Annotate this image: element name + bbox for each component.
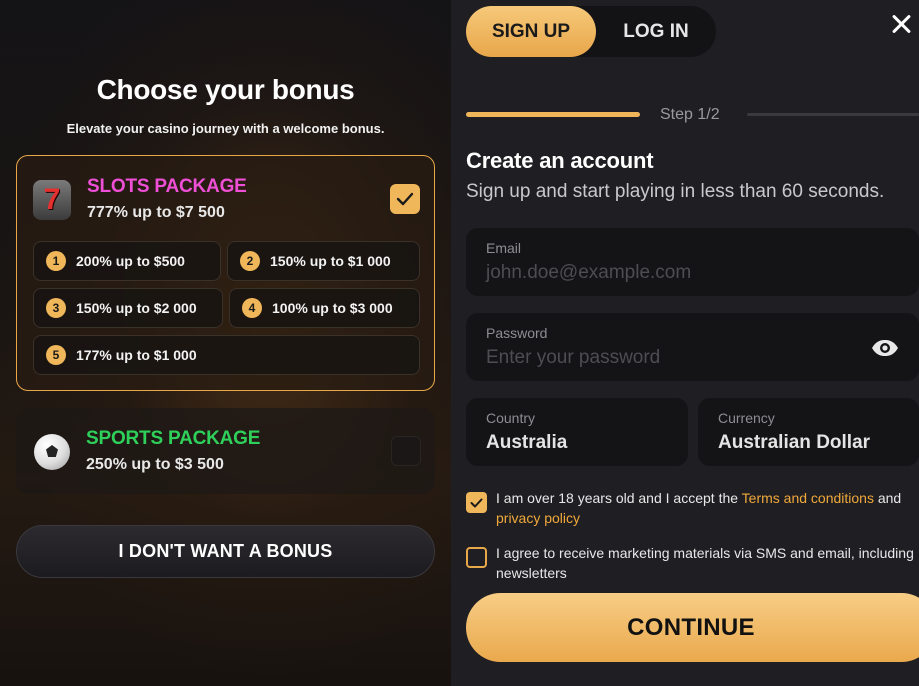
tier-label: 150% up to $1 000 [270,253,391,269]
currency-value: Australian Dollar [718,432,871,453]
bonus-title: Choose your bonus [96,74,355,105]
country-select[interactable]: Country Australia [466,398,688,466]
form-subheading: Sign up and start playing in less than 6… [466,181,885,202]
country-label: Country [486,410,536,426]
tab-log-in[interactable]: LOG IN [596,6,716,57]
email-label: Email [486,240,522,256]
bonus-tier-1: 1 200% up to $500 [33,241,221,281]
sports-package-name: SPORTS PACKAGE [86,428,261,449]
bonus-tier-3: 3 150% up to $2 000 [33,288,223,328]
auth-tabs: SIGN UP LOG IN [466,6,716,57]
terms-text: I am over 18 years old and I accept the … [496,488,919,528]
slots-package-checkbox[interactable] [390,184,420,214]
soccer-ball-icon [32,432,72,472]
continue-button[interactable]: CONTINUE [466,593,919,662]
terms-checkbox[interactable] [466,492,487,513]
terms-link[interactable]: Terms and conditions [742,490,874,506]
tier-label: 177% up to $1 000 [76,347,197,363]
step-progress-inactive [747,113,919,116]
sports-package-card[interactable]: SPORTS PACKAGE 250% up to $3 500 [16,408,435,494]
sports-package-checkbox[interactable] [391,436,421,466]
slot-machine-icon: 7 [33,180,71,220]
slots-package-amount: 777% up to $7 500 [87,204,225,221]
marketing-text: I agree to receive marketing materials v… [496,545,914,581]
sports-package-amount: 250% up to $3 500 [86,456,224,473]
bonus-panel: Choose your bonus Elevate your casino jo… [0,0,451,686]
country-value: Australia [486,432,568,453]
bonus-tier-5: 5 177% up to $1 000 [33,335,420,375]
slots-package-name: SLOTS PACKAGE [87,176,247,197]
slot-seven-glyph: 7 [43,183,61,216]
tier-number-badge: 5 [46,345,66,365]
email-field[interactable]: Email john.doe@example.com [466,228,919,296]
marketing-checkbox[interactable] [466,547,487,568]
bonus-subtitle: Elevate your casino journey with a welco… [66,121,385,136]
eye-icon[interactable] [871,339,899,357]
tier-number-badge: 2 [240,251,260,271]
password-input[interactable]: Enter your password [486,347,660,369]
close-icon[interactable] [887,10,915,38]
password-label: Password [486,325,548,341]
step-indicator: Step 1/2 [660,106,720,123]
tier-number-badge: 3 [46,298,66,318]
tier-number-badge: 1 [46,251,66,271]
bonus-tier-2: 2 150% up to $1 000 [227,241,420,281]
form-heading: Create an account [466,148,654,173]
email-input[interactable]: john.doe@example.com [486,262,691,284]
signup-modal: Choose your bonus Elevate your casino jo… [0,0,919,686]
tier-number-badge: 4 [242,298,262,318]
tier-label: 100% up to $3 000 [272,300,393,316]
step-progress-active [466,112,640,117]
check-icon [396,192,414,206]
no-bonus-button[interactable]: I DON'T WANT A BONUS [16,525,435,578]
signup-form-panel: SIGN UP LOG IN Step 1/2 Create an accoun… [451,0,919,686]
currency-select[interactable]: Currency Australian Dollar [698,398,919,466]
privacy-policy-link[interactable]: privacy policy [496,510,580,526]
tier-label: 200% up to $500 [76,253,185,269]
password-field[interactable]: Password Enter your password [466,313,919,381]
slots-package-card[interactable]: 7 SLOTS PACKAGE 777% up to $7 500 1 200%… [16,155,435,391]
bonus-tier-4: 4 100% up to $3 000 [229,288,420,328]
terms-text-mid: and [873,490,902,506]
currency-label: Currency [718,410,775,426]
tier-label: 150% up to $2 000 [76,300,197,316]
terms-text-before: I am over 18 years old and I accept the [496,490,742,506]
tab-sign-up[interactable]: SIGN UP [466,6,596,57]
check-icon [470,498,483,507]
